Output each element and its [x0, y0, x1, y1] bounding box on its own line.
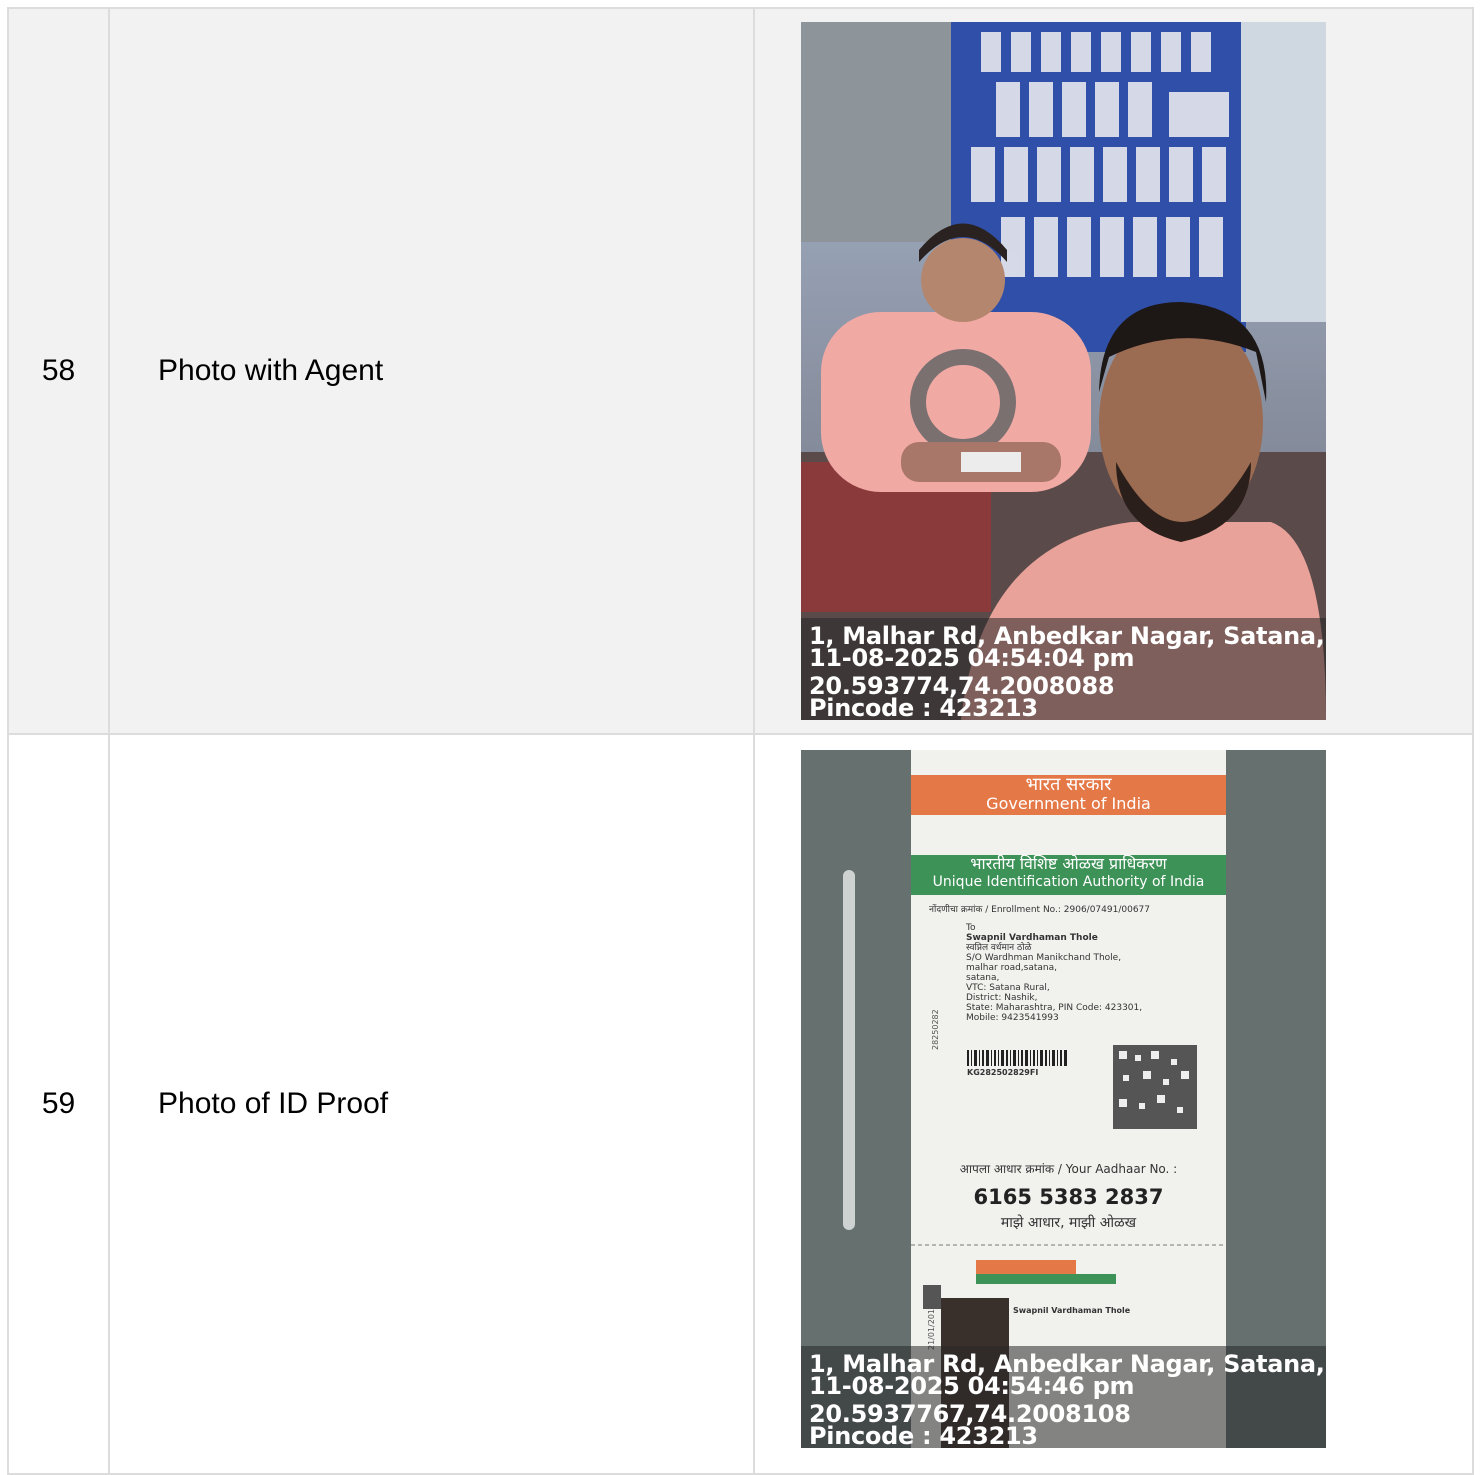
- card-enrollment: नोंदणीचा क्रमांक / Enrollment No.: 2906/…: [929, 905, 1151, 915]
- card-address-line: स्वप्निल वर्धमान ठोळे: [966, 943, 1032, 953]
- document-table: 58 Photo with Agent 1, Malhar Rd, Anbedk…: [7, 7, 1474, 1475]
- photo-datetime: 11-08-2025 04:54:46 pm: [809, 1372, 1135, 1400]
- card-address-line: To: [966, 923, 976, 933]
- photo-cell: 1, Malhar Rd, Anbedkar Nagar, Satana, ..…: [755, 9, 1474, 733]
- table-row: 59 Photo of ID Proof भारत सरकार Governme…: [9, 735, 1474, 1475]
- card-your-aadhaar: आपला आधार क्रमांक / Your Aadhaar No. :: [959, 1162, 1178, 1176]
- card-address-line: Swapnil Vardhaman Thole: [966, 933, 1098, 943]
- card-header-hindi: भारत सरकार: [1025, 774, 1112, 795]
- row-number: 58: [9, 9, 110, 733]
- card-aadhaar-block: आपला आधार क्रमांक / Your Aadhaar No. : 6…: [911, 1160, 1226, 1232]
- card-authority-english: Unique Identification Authority of India: [932, 874, 1205, 890]
- photo-pincode: Pincode : 423213: [809, 694, 1038, 720]
- card-barcode-text: KG282502829FI: [967, 1068, 1039, 1077]
- row-label: Photo with Agent: [110, 9, 755, 733]
- photo-pincode: Pincode : 423213: [809, 1422, 1038, 1448]
- row-label: Photo of ID Proof: [110, 735, 755, 1473]
- card-header-english: Government of India: [986, 794, 1151, 813]
- photo-cell: भारत सरकार Government of India भारतीय वि…: [755, 735, 1474, 1473]
- table-row: 58 Photo with Agent 1, Malhar Rd, Anbedk…: [9, 9, 1474, 735]
- card-authority-hindi: भारतीय विशिष्ट ओळख प्राधिकरण: [970, 854, 1167, 873]
- card-address-line: S/O Wardhman Manikchand Thole,: [966, 953, 1122, 963]
- card-address: To Swapnil Vardhaman Thole स्वप्निल वर्ध…: [929, 923, 1224, 1023]
- agent-photo: 1, Malhar Rd, Anbedkar Nagar, Satana, ..…: [801, 22, 1326, 720]
- photo-datetime: 11-08-2025 04:54:04 pm: [809, 644, 1135, 672]
- row-number: 59: [9, 735, 110, 1473]
- card-address-line: Mobile: 9423541993: [966, 1013, 1059, 1023]
- card-side-code: 28250282: [931, 1009, 940, 1050]
- card-address-line: satana,: [966, 973, 1000, 983]
- card-holder-name: Swapnil Vardhaman Thole: [1013, 1306, 1131, 1315]
- card-tagline: माझे आधार, माझी ओळख: [1000, 1215, 1137, 1231]
- card-address-line: District: Nashik,: [966, 993, 1038, 1003]
- card-side-date: 21/01/2012: [927, 1303, 936, 1350]
- photo-caption-overlay: 1, Malhar Rd, Anbedkar Nagar, Satana, ..…: [801, 1346, 1326, 1448]
- id-proof-photo: भारत सरकार Government of India भारतीय वि…: [801, 750, 1326, 1448]
- card-aadhaar-number: 6165 5383 2837: [973, 1185, 1164, 1209]
- agent-photo-image: [801, 22, 1326, 720]
- card-address-line: State: Maharashtra, PIN Code: 423301,: [966, 1003, 1143, 1013]
- card-address-line: VTC: Satana Rural,: [966, 983, 1050, 993]
- card-details: नोंदणीचा क्रमांक / Enrollment No.: 2906/…: [929, 905, 1224, 1023]
- photo-caption-overlay: 1, Malhar Rd, Anbedkar Nagar, Satana, ..…: [801, 618, 1326, 720]
- card-address-line: malhar road,satana,: [966, 963, 1057, 973]
